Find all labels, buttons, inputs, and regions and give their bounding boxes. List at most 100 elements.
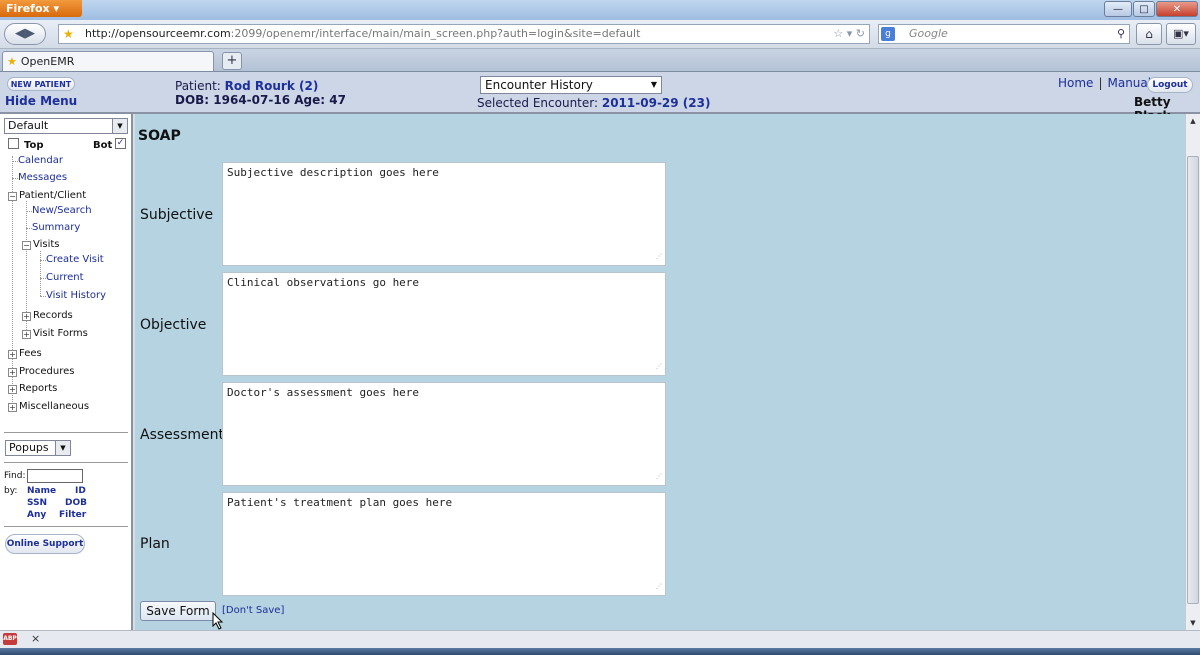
search-icon[interactable]: ⚲ bbox=[1117, 25, 1125, 43]
layout-select-value: Default bbox=[8, 119, 49, 132]
tab-title: OpenEMR bbox=[20, 55, 75, 68]
divider bbox=[4, 462, 128, 463]
nav-visit-forms[interactable]: Visit Forms bbox=[33, 328, 88, 339]
plan-text: Patient's treatment plan goes here bbox=[227, 496, 453, 509]
nav-reports[interactable]: Reports bbox=[19, 383, 57, 394]
expand-icon[interactable]: + bbox=[8, 350, 17, 359]
chevron-down-icon: ▼ bbox=[650, 80, 657, 89]
nav-procedures[interactable]: Procedures bbox=[19, 366, 74, 377]
hide-menu-link[interactable]: Hide Menu bbox=[5, 94, 77, 108]
patient-name-link[interactable]: Rod Rourk (2) bbox=[225, 79, 319, 93]
subjective-label: Subjective bbox=[140, 207, 214, 223]
firefox-menu-button[interactable]: Firefox ▾ bbox=[0, 0, 82, 17]
google-icon[interactable]: g bbox=[881, 27, 895, 41]
layout-select[interactable]: Default ▼ bbox=[4, 118, 128, 134]
patient-prefix: Patient: bbox=[175, 79, 221, 93]
tab-openemr[interactable]: ★ OpenEMR bbox=[2, 51, 214, 71]
popups-select[interactable]: Popups ▼ bbox=[5, 440, 71, 456]
collapse-icon[interactable]: − bbox=[8, 192, 17, 201]
chevron-down-icon: ▼ bbox=[112, 119, 127, 133]
online-support-button[interactable]: Online Support bbox=[5, 534, 85, 554]
subjective-textarea[interactable]: Subjective description goes here ⋰ bbox=[222, 162, 666, 266]
find-by-dob[interactable]: DOB bbox=[65, 498, 87, 508]
bookmark-star-icon[interactable]: ★ bbox=[63, 25, 74, 43]
scroll-up-icon[interactable]: ▲ bbox=[1186, 114, 1200, 128]
adblock-icon[interactable]: ABP bbox=[3, 633, 17, 645]
objective-textarea[interactable]: Clinical observations go here ⋰ bbox=[222, 272, 666, 376]
nav-messages[interactable]: Messages bbox=[18, 172, 67, 183]
nav-visits[interactable]: Visits bbox=[33, 239, 60, 250]
home-icon[interactable]: ⌂ bbox=[1136, 23, 1162, 45]
find-filter[interactable]: Filter bbox=[59, 510, 86, 520]
nav-patient-client[interactable]: Patient/Client bbox=[19, 190, 86, 201]
find-by-any[interactable]: Any bbox=[27, 510, 46, 520]
selected-encounter-link[interactable]: 2011-09-29 (23) bbox=[602, 96, 711, 110]
nav-records[interactable]: Records bbox=[33, 310, 73, 321]
close-icon[interactable]: × bbox=[31, 632, 40, 645]
new-patient-button[interactable]: NEW PATIENT bbox=[7, 77, 75, 91]
selected-encounter-prefix: Selected Encounter: bbox=[477, 96, 599, 110]
nav-fees[interactable]: Fees bbox=[19, 348, 42, 359]
new-tab-button[interactable]: + bbox=[222, 52, 242, 70]
minimize-button[interactable]: — bbox=[1104, 1, 1132, 17]
chevron-down-icon: ▼ bbox=[55, 441, 70, 455]
popups-select-value: Popups bbox=[9, 441, 49, 454]
search-bar[interactable]: g Google ⚲ bbox=[878, 24, 1130, 44]
nav-create-visit[interactable]: Create Visit bbox=[46, 254, 104, 265]
bot-checkbox[interactable]: ✓ bbox=[115, 138, 126, 149]
expand-icon[interactable]: + bbox=[8, 403, 17, 412]
by-label: by: bbox=[4, 486, 18, 496]
find-by-name[interactable]: Name bbox=[27, 486, 56, 496]
expand-icon[interactable]: + bbox=[8, 385, 17, 394]
find-by-id[interactable]: ID bbox=[75, 486, 86, 496]
resize-grip-icon[interactable]: ⋰ bbox=[656, 580, 662, 593]
expand-icon[interactable]: + bbox=[22, 330, 31, 339]
dont-save-link[interactable]: [Don't Save] bbox=[222, 605, 284, 616]
close-window-button[interactable]: ✕ bbox=[1156, 1, 1198, 17]
nav-visit-history[interactable]: Visit History bbox=[46, 290, 106, 301]
url-bar[interactable]: ★ http://opensourceemr.com:2099/openemr/… bbox=[58, 24, 870, 44]
divider bbox=[4, 526, 128, 527]
assessment-label: Assessment bbox=[140, 427, 224, 443]
patient-info: Patient: Rod Rourk (2) bbox=[175, 79, 318, 93]
plan-textarea[interactable]: Patient's treatment plan goes here ⋰ bbox=[222, 492, 666, 596]
top-links: Home | Manual bbox=[1058, 76, 1152, 90]
resize-grip-icon[interactable]: ⋰ bbox=[656, 250, 662, 263]
favicon-star-icon: ★ bbox=[7, 55, 17, 68]
vertical-scrollbar[interactable]: ▲ ▼ bbox=[1185, 114, 1200, 630]
home-link[interactable]: Home bbox=[1058, 76, 1093, 90]
back-forward-button[interactable]: ◀▶ bbox=[4, 23, 46, 45]
scroll-down-icon[interactable]: ▼ bbox=[1186, 616, 1200, 630]
tree-line bbox=[40, 251, 41, 296]
manual-link[interactable]: Manual bbox=[1107, 76, 1151, 90]
top-checkbox[interactable] bbox=[8, 138, 19, 149]
browser-titlebar bbox=[0, 0, 1200, 20]
firefox-menu-label: Firefox bbox=[6, 2, 50, 15]
logout-button[interactable]: Logout bbox=[1147, 77, 1193, 93]
save-form-button[interactable]: Save Form bbox=[140, 601, 216, 621]
url-tools-icon[interactable]: ☆ ▾ ↻ bbox=[833, 25, 865, 43]
nav-miscellaneous[interactable]: Miscellaneous bbox=[19, 401, 89, 412]
scrollbar-thumb[interactable] bbox=[1187, 156, 1199, 604]
expand-icon[interactable]: + bbox=[22, 312, 31, 321]
collapse-icon[interactable]: − bbox=[22, 241, 31, 250]
resize-grip-icon[interactable]: ⋰ bbox=[656, 360, 662, 373]
resize-grip-icon[interactable]: ⋰ bbox=[656, 470, 662, 483]
nav-current[interactable]: Current bbox=[46, 272, 84, 283]
nav-calendar[interactable]: Calendar bbox=[18, 155, 63, 166]
encounter-history-select[interactable]: Encounter History ▼ bbox=[480, 76, 662, 94]
objective-label: Objective bbox=[140, 317, 207, 333]
mouse-cursor-icon bbox=[212, 612, 224, 630]
nav-summary[interactable]: Summary bbox=[32, 222, 80, 233]
divider bbox=[4, 432, 128, 433]
expand-icon[interactable]: + bbox=[8, 368, 17, 377]
extensions-icon[interactable]: ▣▾ bbox=[1166, 23, 1196, 45]
back-arrow-icon: ◀▶ bbox=[15, 26, 35, 41]
find-input[interactable] bbox=[27, 469, 83, 483]
assessment-textarea[interactable]: Doctor's assessment goes here ⋰ bbox=[222, 382, 666, 486]
nav-new-search[interactable]: New/Search bbox=[32, 205, 92, 216]
top-label: Top bbox=[24, 140, 44, 151]
bot-label: Bot bbox=[93, 140, 113, 151]
find-by-ssn[interactable]: SSN bbox=[27, 498, 47, 508]
maximize-button[interactable]: □ bbox=[1133, 1, 1155, 17]
